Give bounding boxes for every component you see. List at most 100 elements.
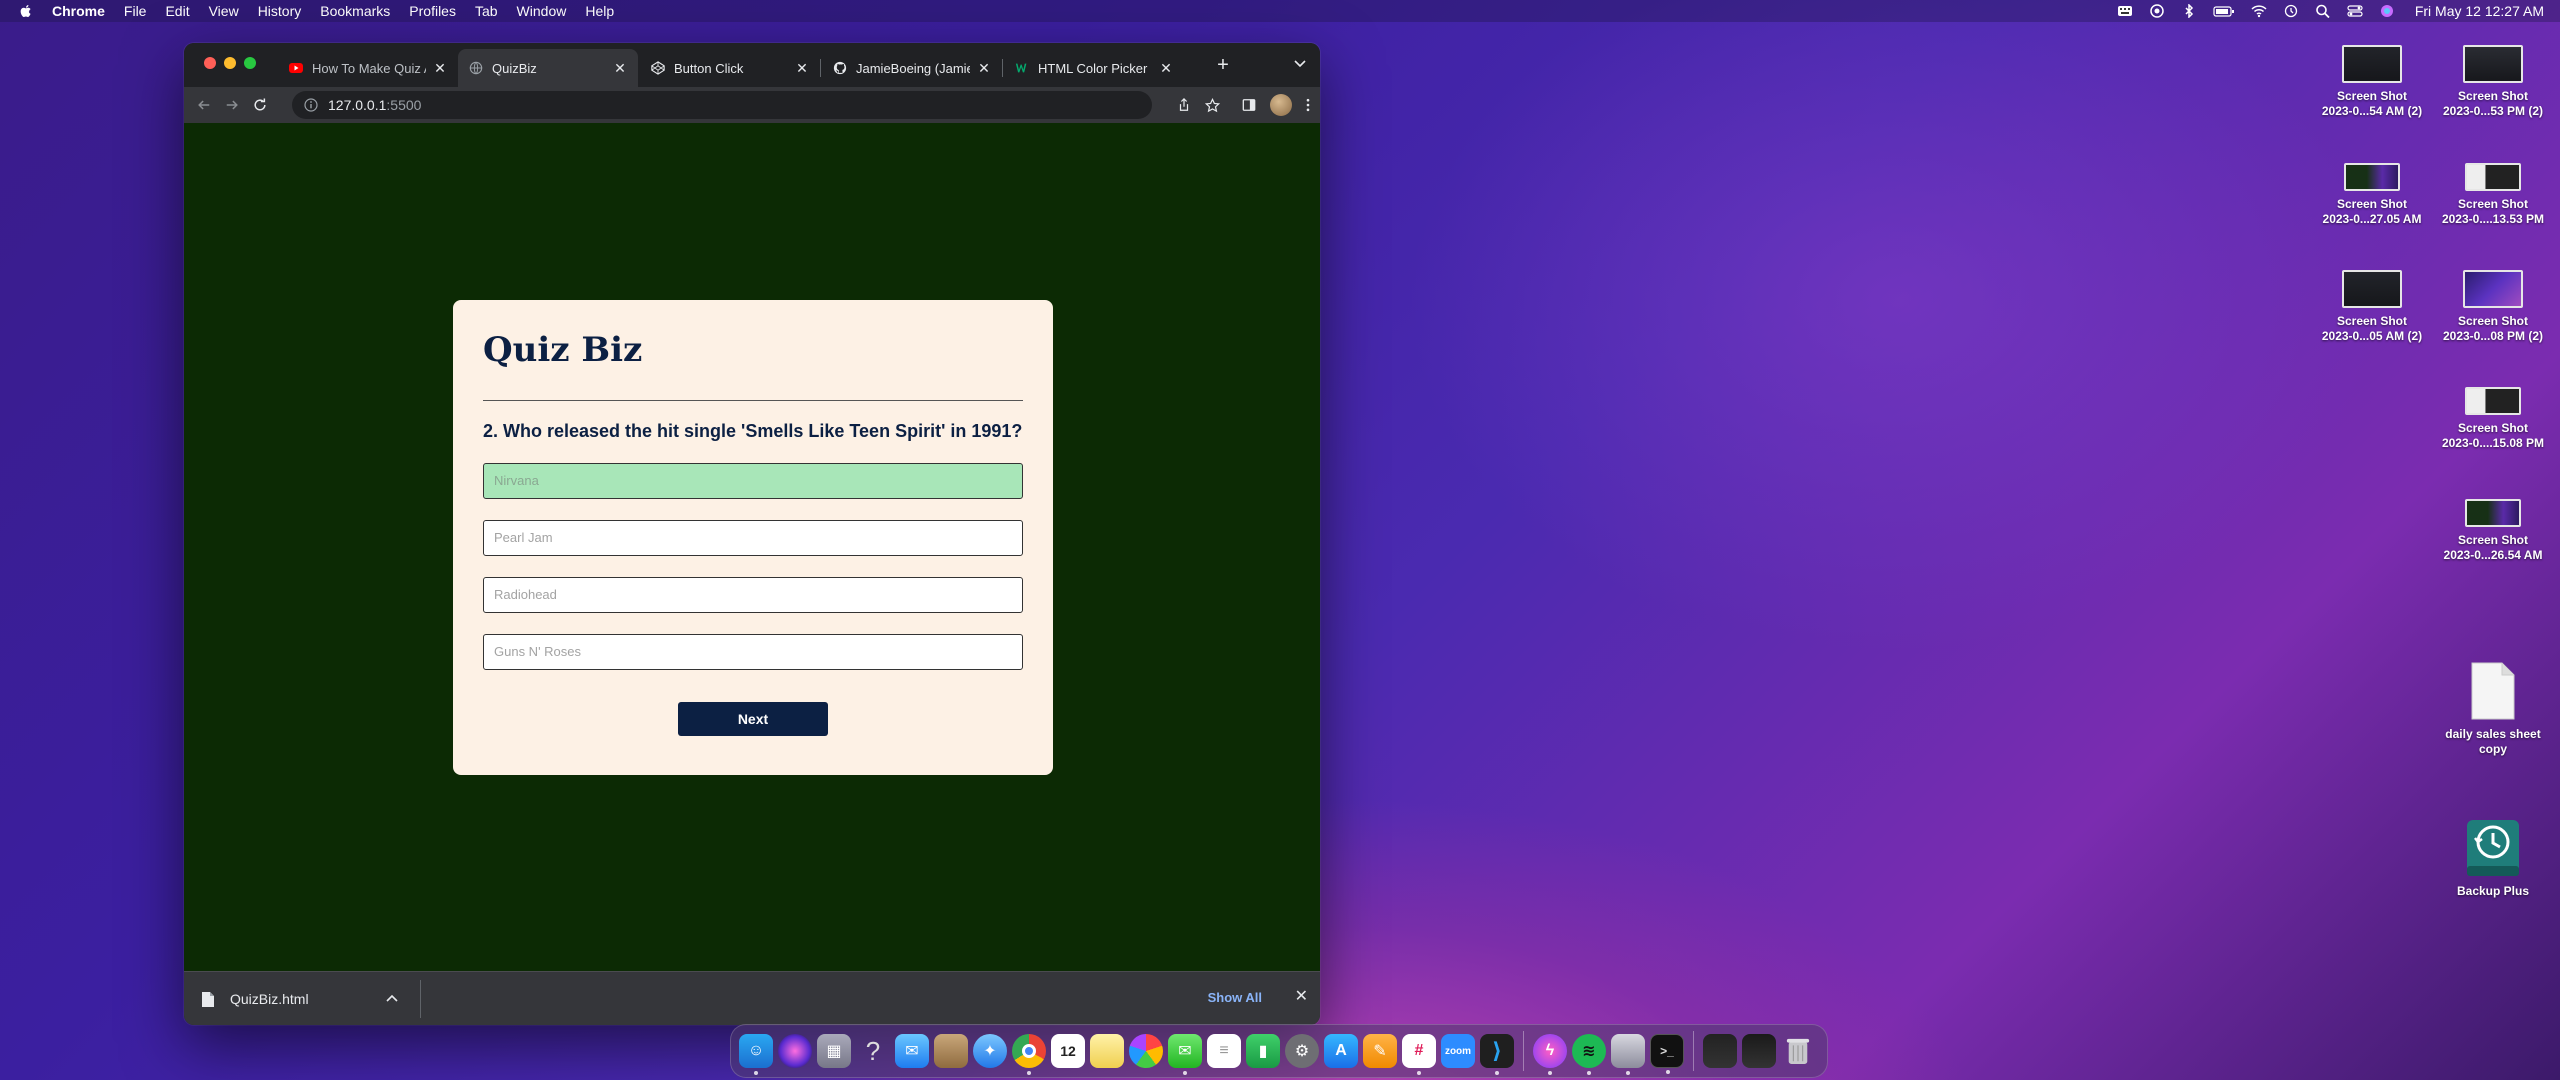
menu-tab[interactable]: Tab <box>475 0 498 22</box>
menu-app-name[interactable]: Chrome <box>52 0 105 22</box>
desktop-icon-screenshot-4[interactable]: Screen Shot 2023-0....13.53 PM <box>2428 163 2558 227</box>
time-machine-icon[interactable] <box>2283 4 2299 18</box>
finder-icon[interactable]: ☺ <box>739 1034 773 1075</box>
minimized-window-icon[interactable] <box>1703 1034 1737 1068</box>
desktop-icon-screenshot-8[interactable]: Screen Shot 2023-0...26.54 AM <box>2428 499 2558 563</box>
answer-option-1[interactable]: Nirvana <box>483 463 1023 499</box>
menu-history[interactable]: History <box>258 0 302 22</box>
reload-button[interactable] <box>246 91 274 119</box>
menu-file[interactable]: File <box>124 0 147 22</box>
browser-toolbar: 127.0.0.1:5500 <box>184 87 1320 123</box>
messenger-icon[interactable]: ϟ <box>1533 1034 1567 1075</box>
safari-icon[interactable]: ✦ <box>973 1034 1007 1068</box>
mail-icon[interactable]: ✉ <box>895 1034 929 1068</box>
close-tab-icon[interactable]: ✕ <box>794 60 810 77</box>
screen-record-icon[interactable] <box>2149 4 2165 18</box>
address-bar[interactable]: 127.0.0.1:5500 <box>292 91 1152 119</box>
share-icon[interactable] <box>1177 98 1191 112</box>
side-panel-icon[interactable] <box>1242 98 1256 112</box>
menu-window[interactable]: Window <box>517 0 567 22</box>
tab-button-click[interactable]: Button Click ✕ <box>640 49 820 87</box>
siri-icon[interactable] <box>778 1034 812 1068</box>
screenshot-thumbnail <box>2344 163 2400 191</box>
screenshot-thumbnail <box>2342 270 2402 308</box>
close-tab-icon[interactable]: ✕ <box>612 60 628 77</box>
calendar-icon[interactable]: 12 <box>1051 1034 1085 1068</box>
reminders-icon[interactable]: ≡ <box>1207 1034 1241 1068</box>
menu-clock[interactable]: Fri May 12 12:27 AM <box>2415 3 2544 19</box>
menu-view[interactable]: View <box>209 0 239 22</box>
system-settings-icon[interactable]: ⚙ <box>1285 1034 1319 1068</box>
launchpad-icon[interactable]: ▦ <box>817 1034 851 1068</box>
close-download-shelf-icon[interactable]: ✕ <box>1295 986 1308 1006</box>
preview-icon[interactable] <box>1611 1034 1645 1075</box>
desktop-icon-daily-sales-sheet[interactable]: daily sales sheet copy <box>2428 661 2558 757</box>
show-all-downloads-button[interactable]: Show All <box>1202 986 1268 1009</box>
menu-help[interactable]: Help <box>585 0 614 22</box>
download-item[interactable]: QuizBiz.html <box>202 972 309 1025</box>
app-store-icon[interactable]: A <box>1324 1034 1358 1068</box>
desktop-icon-screenshot-3[interactable]: Screen Shot 2023-0...27.05 AM <box>2307 163 2437 227</box>
close-tab-icon[interactable]: ✕ <box>432 60 448 77</box>
answer-option-2[interactable]: Pearl Jam <box>483 520 1023 556</box>
desktop-icon-screenshot-6[interactable]: Screen Shot 2023-0...08 PM (2) <box>2428 270 2558 344</box>
spotlight-search-icon[interactable] <box>2315 4 2331 18</box>
tab-html-color-picker[interactable]: HTML Color Picker ✕ <box>1004 49 1184 87</box>
desktop-icon-screenshot-5[interactable]: Screen Shot 2023-0...05 AM (2) <box>2307 270 2437 344</box>
screenshot-thumbnail <box>2465 499 2521 527</box>
numbers-icon[interactable]: ▮ <box>1246 1034 1280 1068</box>
close-window-button[interactable] <box>204 57 216 69</box>
close-tab-icon[interactable]: ✕ <box>976 60 992 77</box>
vscode-icon[interactable]: ⟩ <box>1480 1034 1514 1075</box>
terminal-icon[interactable]: >_ <box>1650 1034 1684 1074</box>
trash-icon[interactable] <box>1781 1034 1815 1068</box>
desktop-icon-screenshot-2[interactable]: Screen Shot 2023-0...53 PM (2) <box>2428 45 2558 119</box>
downloads-stack-icon[interactable] <box>1742 1034 1776 1068</box>
chrome-window: How To Make Quiz App ✕ QuizBiz ✕ Button … <box>184 43 1320 1025</box>
chrome-icon[interactable] <box>1012 1034 1046 1075</box>
menu-profiles[interactable]: Profiles <box>409 0 456 22</box>
youtube-icon <box>288 60 304 76</box>
profile-avatar[interactable] <box>1270 94 1292 116</box>
notes-icon[interactable] <box>1090 1034 1124 1068</box>
control-center-icon[interactable] <box>2347 4 2363 18</box>
apple-logo-icon[interactable] <box>18 3 34 19</box>
new-tab-button[interactable]: + <box>1212 55 1234 75</box>
forward-button[interactable] <box>218 91 246 119</box>
wifi-icon[interactable] <box>2251 4 2267 18</box>
download-options-chevron-icon[interactable] <box>386 990 398 1005</box>
menu-bookmarks[interactable]: Bookmarks <box>320 0 390 22</box>
messages-icon[interactable]: ✉ <box>1168 1034 1202 1075</box>
more-menu-icon[interactable] <box>1306 98 1310 112</box>
tab-search-chevron-icon[interactable] <box>1294 57 1306 71</box>
zoom-window-button[interactable] <box>244 57 256 69</box>
bluetooth-icon[interactable] <box>2181 4 2197 18</box>
back-button[interactable] <box>190 91 218 119</box>
tab-quizbiz[interactable]: QuizBiz ✕ <box>458 49 638 87</box>
spotify-icon[interactable]: ≋ <box>1572 1034 1606 1075</box>
tab-title: QuizBiz <box>492 60 537 76</box>
desktop-icon-screenshot-7[interactable]: Screen Shot 2023-0....15.08 PM <box>2428 387 2558 451</box>
site-info-icon[interactable] <box>304 98 318 112</box>
contacts-icon[interactable] <box>934 1034 968 1068</box>
desktop-icon-backup-plus[interactable]: Backup Plus <box>2428 818 2558 899</box>
keyboard-icon[interactable] <box>2117 4 2133 18</box>
minimize-window-button[interactable] <box>224 57 236 69</box>
desktop-icon-screenshot-1[interactable]: Screen Shot 2023-0...54 AM (2) <box>2307 45 2437 119</box>
icon-label-line2: 2023-0...05 AM (2) <box>2321 329 2423 343</box>
battery-icon[interactable] <box>2213 4 2235 18</box>
menu-edit[interactable]: Edit <box>165 0 189 22</box>
tab-how-to-make-quiz[interactable]: How To Make Quiz App ✕ <box>278 49 458 87</box>
photos-icon[interactable] <box>1129 1034 1163 1068</box>
bookmark-star-icon[interactable] <box>1205 97 1220 113</box>
siri-icon[interactable] <box>2379 4 2395 18</box>
next-button[interactable]: Next <box>678 702 828 736</box>
help-question-icon[interactable]: ? <box>856 1034 890 1068</box>
slack-icon[interactable]: # <box>1402 1034 1436 1075</box>
zoom-icon[interactable]: zoom <box>1441 1034 1475 1068</box>
tab-github-jamieboeing[interactable]: JamieBoeing (Jamie ✕ <box>822 49 1002 87</box>
answer-option-4[interactable]: Guns N' Roses <box>483 634 1023 670</box>
answer-option-3[interactable]: Radiohead <box>483 577 1023 613</box>
pages-icon[interactable]: ✎ <box>1363 1034 1397 1068</box>
close-tab-icon[interactable]: ✕ <box>1158 60 1174 77</box>
